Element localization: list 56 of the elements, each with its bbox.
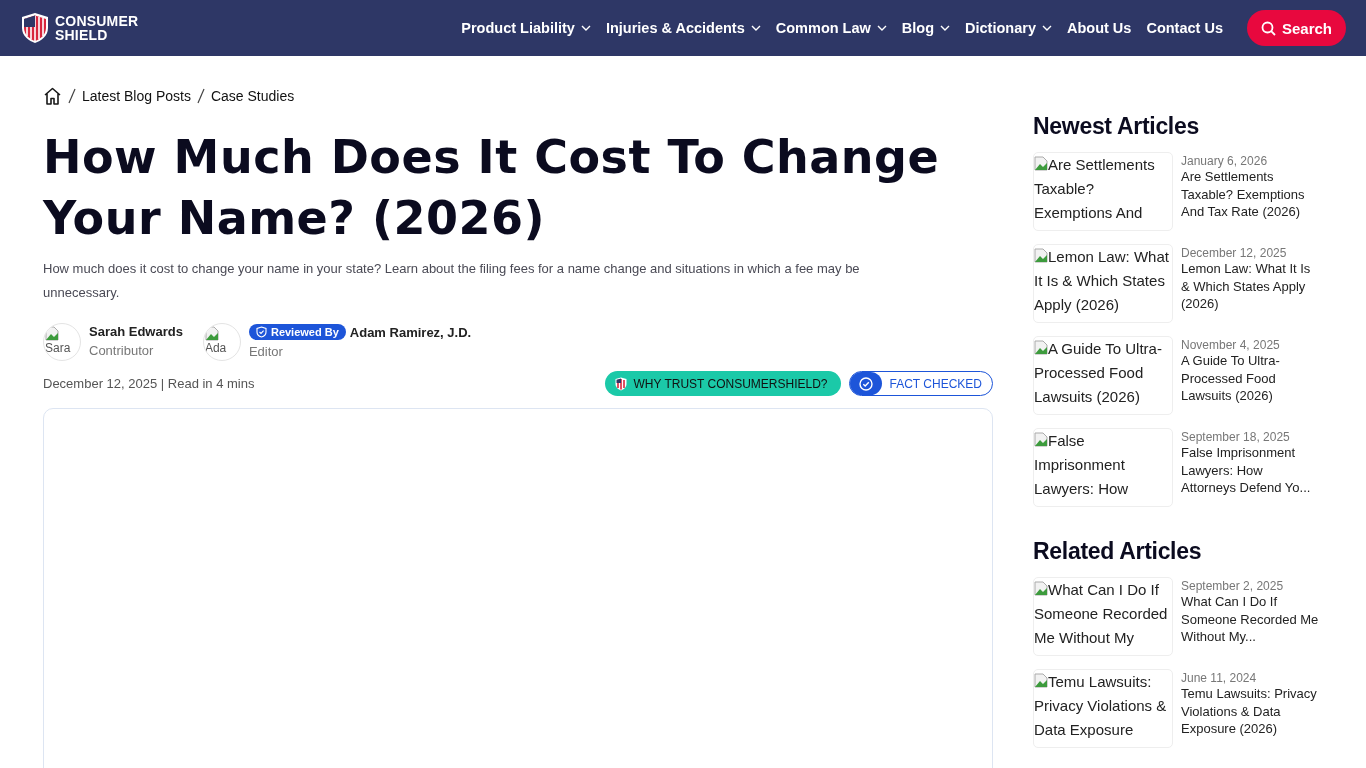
nav-link[interactable]: Common Law: [775, 20, 887, 36]
article-date: January 6, 2026: [1181, 154, 1269, 168]
broken-image-icon: [1034, 248, 1048, 263]
nav-link[interactable]: Contact Us: [1146, 20, 1223, 36]
broken-image-icon: [1034, 432, 1048, 447]
search-button[interactable]: Search: [1246, 10, 1346, 46]
broken-image-icon: [1034, 673, 1048, 688]
article-date: September 2, 2025: [1181, 579, 1285, 593]
article-link[interactable]: Are Settlements Taxable? Exemptions And Tax Rate (2026): [1181, 168, 1319, 221]
article-link[interactable]: What Can I Do If Someone Recorded Me Without My...: [1181, 593, 1319, 646]
broken-image-icon: [45, 326, 59, 341]
article-link[interactable]: A Guide To Ultra-Processed Food Lawsuits (2026): [1181, 352, 1319, 405]
reviewed-badge: Reviewed By: [248, 324, 346, 340]
author-role: Contributor: [89, 343, 155, 358]
logo-text[interactable]: CONSUMER SHIELD: [55, 14, 155, 42]
article-thumbnail[interactable]: Temu Lawsuits: Privacy Violations & Data Exposure: [1033, 669, 1173, 748]
nav-link[interactable]: Injuries & Accidents: [605, 20, 761, 36]
article-thumbnail[interactable]: What Can I Do If Someone Recorded Me Without My: [1033, 577, 1173, 656]
article-link[interactable]: Temu Lawsuits: Privacy Violations & Data Exposure (2026): [1181, 685, 1319, 738]
section-heading: Newest Articles: [1033, 113, 1200, 140]
shield-flag-icon: [21, 12, 49, 44]
nav-link[interactable]: About Us: [1066, 20, 1132, 36]
check-badge-icon: [858, 376, 873, 391]
article-thumbnail[interactable]: Lemon Law: What It Is & Which States Apply (2026): [1033, 244, 1173, 323]
nav-link[interactable]: Product Liability: [461, 20, 591, 36]
broken-image-icon: [1034, 156, 1048, 171]
search-icon: [1260, 20, 1276, 36]
publish-info: December 12, 2025 | Read in 4 mins: [43, 376, 255, 391]
article-date: December 12, 2025: [1181, 246, 1288, 260]
nav-link[interactable]: Blog: [901, 20, 951, 36]
article-thumbnail[interactable]: A Guide To Ultra-Processed Food Lawsuits (2026): [1033, 336, 1173, 415]
article-thumbnail[interactable]: False Imprisonment Lawyers: How: [1033, 428, 1173, 507]
breadcrumb-separator: [196, 88, 205, 104]
trust-button[interactable]: WHY TRUST CONSUMERSHIELD?: [605, 371, 841, 396]
article-link[interactable]: Lemon Law: What It Is & Which States Apply (2026): [1181, 260, 1319, 313]
broken-image-icon: [1034, 340, 1048, 355]
author-role: Editor: [248, 344, 284, 359]
article-title: How Much Does It Cost To Change Your Name? (2026): [43, 129, 941, 247]
article-thumbnail[interactable]: Are Settlements Taxable? Exemptions And: [1033, 152, 1173, 231]
nav-link[interactable]: Dictionary: [965, 20, 1052, 36]
breadcrumb-link[interactable]: Latest Blog Posts: [82, 88, 191, 104]
section-heading: Related Articles: [1033, 538, 1203, 565]
home-icon[interactable]: [43, 87, 62, 105]
breadcrumb-separator: [68, 88, 76, 104]
breadcrumb-link[interactable]: Case Studies: [210, 88, 295, 104]
author-name[interactable]: Sarah Edwards: [89, 324, 183, 339]
shield-check-icon: [255, 326, 267, 338]
broken-image-icon: [204, 326, 219, 341]
article-summary: How much does it cost to change your name in your state? Learn about the filing fees for a name change and situations in which a fee may be unnecessary.: [43, 260, 861, 302]
article-date: November 4, 2025: [1181, 338, 1281, 352]
shield-flag-icon: [615, 376, 628, 391]
article-date: June 11, 2024: [1181, 671, 1258, 685]
author-name[interactable]: Adam Ramirez, J.D.: [349, 324, 472, 340]
article-date: September 18, 2025: [1181, 430, 1291, 444]
broken-image-icon: [1034, 581, 1048, 596]
article-link[interactable]: False Imprisonment Lawyers: How Attorneys Defend Yo...: [1181, 444, 1319, 497]
